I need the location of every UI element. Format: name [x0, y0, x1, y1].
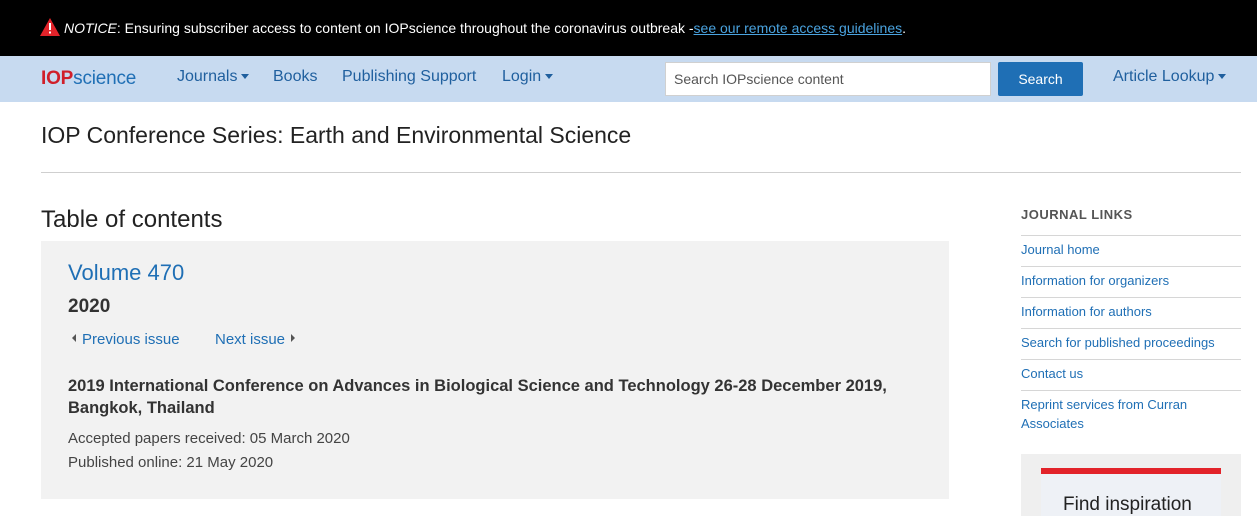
published-date: Published online: 21 May 2020: [68, 454, 274, 471]
journal-links-list: Journal home Information for organizers …: [1021, 235, 1241, 440]
journal-title[interactable]: IOP Conference Series: Earth and Environ…: [41, 122, 631, 149]
search-input[interactable]: [665, 62, 991, 96]
info-organizers-link[interactable]: Information for organizers: [1021, 273, 1169, 288]
logo-iop: IOP: [41, 68, 74, 89]
login-menu[interactable]: Login: [502, 68, 554, 86]
list-item: Journal home: [1021, 235, 1241, 266]
next-issue-link[interactable]: Next issue: [215, 331, 296, 348]
toc-heading: Table of contents: [41, 206, 223, 233]
login-label: Login: [502, 68, 542, 85]
journals-label: Journals: [177, 68, 238, 85]
notice-message: : Ensuring subscriber access to content …: [116, 20, 694, 36]
info-authors-link[interactable]: Information for authors: [1021, 304, 1152, 319]
article-lookup-menu[interactable]: Article Lookup: [1113, 68, 1227, 86]
list-item: Contact us: [1021, 359, 1241, 390]
iopscience-logo[interactable]: IOPscience: [41, 68, 136, 90]
caret-right-icon: [291, 334, 296, 343]
notice-label: NOTICE: [64, 20, 117, 36]
remote-access-link[interactable]: see our remote access guidelines: [694, 20, 903, 36]
divider: [41, 172, 1241, 173]
volume-year: 2020: [68, 296, 111, 317]
chevron-down-icon: [1218, 74, 1227, 80]
books-link[interactable]: Books: [273, 68, 317, 86]
reprint-services-link[interactable]: Reprint services from Curran Associates: [1021, 397, 1187, 431]
next-issue-label: Next issue: [215, 331, 286, 348]
previous-issue-link[interactable]: Previous issue: [72, 331, 180, 348]
logo-science: science: [73, 68, 137, 89]
promo-text: Find inspiration: [1063, 494, 1192, 515]
previous-issue-label: Previous issue: [82, 331, 180, 348]
conference-title: 2019 International Conference on Advance…: [68, 377, 887, 417]
caret-left-icon: [72, 334, 76, 343]
publishing-support-link[interactable]: Publishing Support: [342, 68, 476, 86]
warning-icon: [40, 18, 60, 36]
contact-us-link[interactable]: Contact us: [1021, 366, 1083, 381]
chevron-down-icon: [241, 74, 250, 80]
journal-home-link[interactable]: Journal home: [1021, 242, 1100, 257]
promo-accent-bar: [1041, 468, 1221, 474]
notice-trailing: .: [902, 20, 906, 36]
search-button[interactable]: Search: [998, 62, 1083, 96]
notice-bar: NOTICE : Ensuring subscriber access to c…: [0, 0, 1257, 56]
chevron-down-icon: [545, 74, 554, 80]
list-item: Reprint services from Curran Associates: [1021, 390, 1241, 440]
journal-links-heading: JOURNAL LINKS: [1021, 207, 1133, 222]
accepted-date: Accepted papers received: 05 March 2020: [68, 430, 350, 447]
top-nav: IOPscience Journals Books Publishing Sup…: [0, 56, 1257, 102]
search-proceedings-link[interactable]: Search for published proceedings: [1021, 335, 1215, 350]
volume-title: Volume 470: [68, 260, 185, 285]
list-item: Search for published proceedings: [1021, 328, 1241, 359]
list-item: Information for organizers: [1021, 266, 1241, 297]
article-lookup-label: Article Lookup: [1113, 68, 1215, 85]
journals-menu[interactable]: Journals: [177, 68, 250, 86]
list-item: Information for authors: [1021, 297, 1241, 328]
